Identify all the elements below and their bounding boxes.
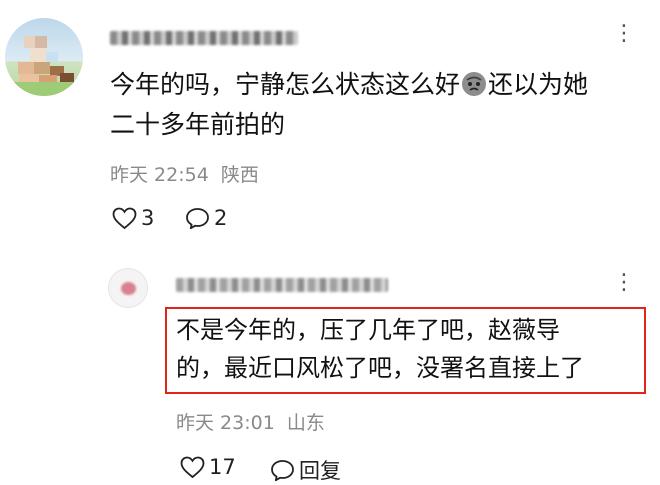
reply-count: 2 xyxy=(214,206,228,230)
comment-text-line1: 今年的吗，宁静怎么状态这么好 还以为她 xyxy=(110,65,588,105)
comment-time: 昨天 22:54 xyxy=(110,164,209,186)
avatar-pixel xyxy=(13,82,73,96)
username[interactable] xyxy=(110,31,298,45)
comment-text-segment: 还以为她 xyxy=(488,70,589,99)
reply-meta: 昨天 23:01 山东 xyxy=(176,408,325,435)
heart-icon xyxy=(112,207,137,229)
reply-location: 山东 xyxy=(286,412,325,434)
avatar-pixel xyxy=(35,36,47,48)
heart-icon xyxy=(180,456,205,478)
comment-text-line2: 二十多年前拍的 xyxy=(110,110,286,139)
avatar-pixel xyxy=(34,62,50,74)
like-count: 3 xyxy=(141,206,155,230)
like-button[interactable]: 3 xyxy=(112,206,154,230)
more-options-icon[interactable]: ⋮ xyxy=(613,23,636,45)
face-icon xyxy=(462,72,487,96)
reply-text-line2: 的，最近口风松了吧，没署名直接上了 xyxy=(176,354,584,382)
avatar[interactable] xyxy=(5,18,83,96)
comment-bubble-icon xyxy=(271,459,294,481)
comment-bubble-icon xyxy=(186,207,209,229)
reply-reply-button[interactable]: 回复 xyxy=(270,455,341,485)
avatar-pixel xyxy=(18,62,34,74)
comment-meta: 昨天 22:54 陕西 xyxy=(110,160,259,187)
comment-text-segment: 今年的吗，宁静怎么状态这么好 xyxy=(110,70,461,99)
more-options-icon[interactable]: ⋮ xyxy=(613,272,636,294)
reply-time: 昨天 23:01 xyxy=(176,412,275,434)
reply-like-button[interactable]: 17 xyxy=(180,455,236,479)
reply-text-line1: 不是今年的，压了几年了吧，赵薇导 xyxy=(176,316,560,344)
reply-label: 回复 xyxy=(299,459,341,483)
reply-avatar[interactable] xyxy=(108,268,148,308)
avatar-pixel xyxy=(30,48,46,62)
reply-username[interactable] xyxy=(176,278,388,292)
reply-button[interactable]: 2 xyxy=(185,206,227,230)
reply-like-count: 17 xyxy=(209,455,236,479)
avatar-pixel xyxy=(46,52,58,62)
comment-location: 陕西 xyxy=(220,164,259,186)
